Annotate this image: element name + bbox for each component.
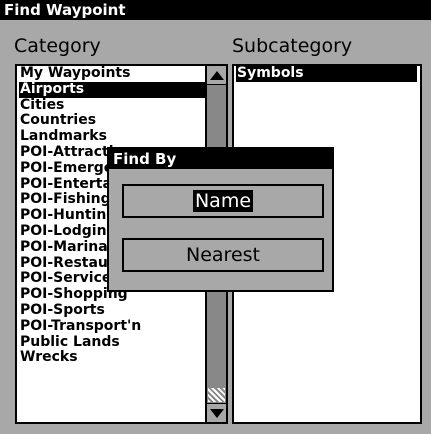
window-title: Find Waypoint	[0, 0, 431, 20]
list-item[interactable]: My Waypoints	[19, 66, 205, 82]
list-item[interactable]: Countries	[19, 113, 205, 129]
arrow-down-icon	[209, 408, 224, 418]
scroll-down-button[interactable]	[207, 403, 226, 422]
list-item[interactable]: Public Lands	[19, 335, 205, 351]
find-by-dialog: Find By Name Nearest	[107, 147, 334, 292]
find-by-name-button[interactable]: Name	[122, 184, 324, 218]
arrow-up-icon	[209, 70, 224, 80]
nearest-button-label: Nearest	[186, 244, 260, 266]
list-item[interactable]: Symbols	[236, 66, 417, 82]
subcategory-rows: Symbols	[234, 66, 420, 82]
list-item[interactable]: Airports	[19, 81, 206, 98]
list-item[interactable]: POI-Transport'n	[19, 319, 205, 335]
list-item[interactable]: POI-Sports	[19, 303, 205, 319]
scroll-thumb[interactable]	[208, 388, 225, 402]
find-by-nearest-button[interactable]: Nearest	[122, 238, 324, 272]
subcategory-header: Subcategory	[232, 35, 353, 57]
scroll-up-button[interactable]	[207, 66, 226, 85]
dialog-title: Find By	[109, 149, 332, 169]
list-item[interactable]: Cities	[19, 98, 205, 114]
category-header: Category	[14, 35, 101, 57]
name-button-label: Name	[192, 190, 254, 212]
list-item[interactable]: Wrecks	[19, 350, 205, 366]
list-item[interactable]: Landmarks	[19, 129, 205, 145]
